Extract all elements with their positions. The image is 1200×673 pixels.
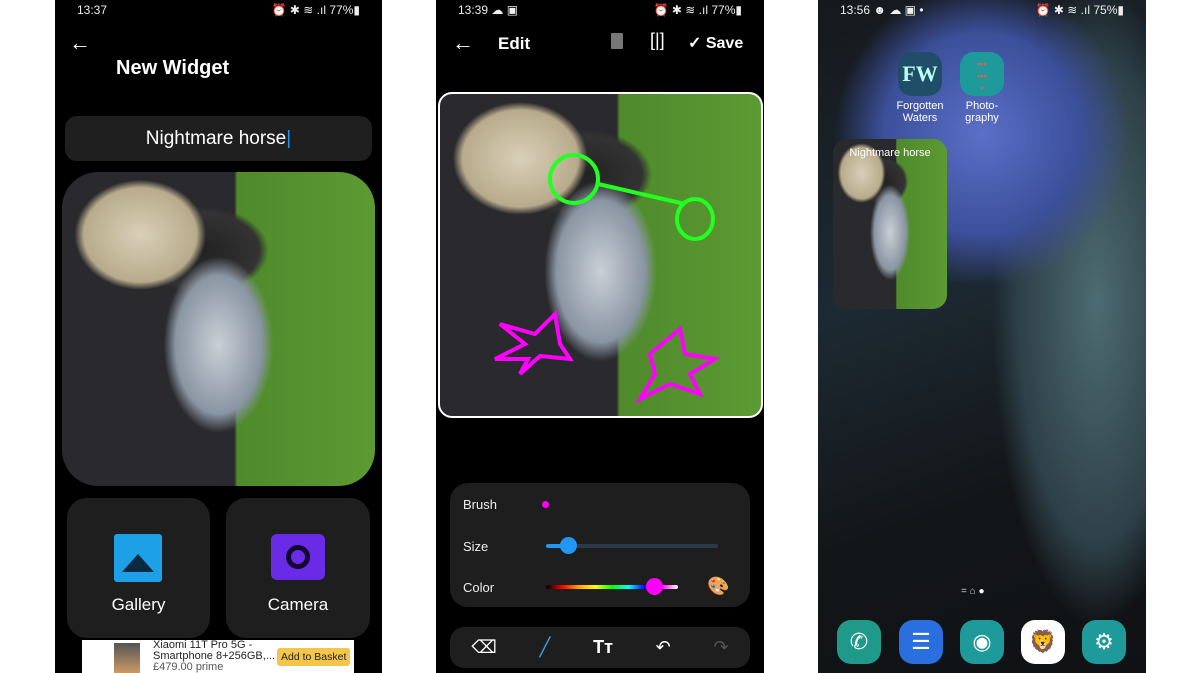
redo-icon[interactable]: ↷ — [714, 637, 729, 658]
home-screen: 13:56 ☻ ☁ ▣ • ⏰ ✱ ≋ .ıl 75%▮ FW Forgotten… — [818, 0, 1146, 673]
status-bar: 13:56 ☻ ☁ ▣ • ⏰ ✱ ≋ .ıl 75%▮ — [840, 3, 1124, 17]
status-time: 13:56 ☻ ☁ ▣ • — [840, 3, 924, 17]
time: 13:39 — [458, 3, 489, 17]
time: 13:56 — [840, 3, 871, 17]
page-title: New Widget — [116, 57, 230, 79]
widget-photo-preview — [62, 172, 375, 486]
add-to-basket-button[interactable]: Add to Basket — [277, 648, 351, 666]
green-stroke-line — [597, 182, 686, 206]
size-slider[interactable] — [546, 537, 718, 554]
magenta-stroke-left — [494, 309, 575, 376]
app-label: Forgotten — [896, 100, 944, 112]
brush-label: Brush — [463, 497, 497, 512]
drawing-strokes — [494, 153, 721, 404]
save-button[interactable]: ✓ Save — [688, 33, 743, 53]
back-arrow-icon[interactable]: ← — [69, 30, 91, 56]
app-label: Photo- — [965, 100, 999, 112]
folder-photography[interactable]: ▪▪▪ ▪▪▪ ▪ Photo- graphy — [952, 52, 1012, 124]
size-label: Size — [463, 539, 489, 554]
page-title: Edit — [498, 34, 531, 53]
ad-product-image — [114, 643, 140, 673]
image-icon — [114, 534, 162, 582]
gallery-label: Gallery — [111, 595, 166, 614]
settings-icon[interactable]: ⚙ — [1082, 620, 1126, 664]
camera-label: Camera — [267, 595, 329, 614]
green-stroke-eye — [548, 153, 600, 205]
page-indicator[interactable]: = ⌂ ● — [961, 586, 984, 597]
nightmare-horse-widget[interactable]: Nightmare horse — [833, 139, 947, 309]
back-arrow-icon[interactable]: ← — [452, 30, 474, 56]
size-slider-thumb[interactable] — [560, 537, 578, 554]
editable-photo-canvas[interactable] — [438, 92, 763, 418]
battery-level: 75% — [1093, 3, 1118, 17]
folder-icon: ▪▪▪ ▪▪▪ ▪ — [960, 52, 1004, 96]
save-label: Save — [705, 35, 744, 52]
palette-icon[interactable]: 🎨 — [707, 576, 729, 597]
color-slider-thumb[interactable] — [646, 578, 664, 595]
status-bar: 13:37 ⏰ ✱ ≋ .ıl 77%▮ — [77, 3, 360, 17]
status-bar: 13:39 ☁ ▣ ⏰ ✱ ≋ .ıl 77%▮ — [458, 3, 742, 17]
status-icons: ⏰ ✱ ≋ .ıl 77%▮ — [653, 3, 742, 17]
brush-color-dot — [542, 501, 549, 508]
brush-icon[interactable]: ╱ — [540, 637, 551, 658]
status-time: 13:37 — [77, 3, 108, 17]
ad-banner[interactable]: Xiaomi 11T Pro 5G - Smartphone 8+256GB,.… — [82, 640, 354, 673]
app-forgotten-waters[interactable]: FW Forgotten Waters — [890, 52, 950, 124]
messages-icon[interactable]: ☰ — [899, 620, 943, 664]
green-stroke-circle — [675, 197, 715, 241]
text-icon[interactable]: Tт — [593, 637, 613, 658]
delete-icon[interactable] — [611, 33, 623, 49]
camera-button[interactable]: Camera — [226, 498, 370, 638]
magenta-stroke-right — [634, 325, 721, 404]
forgotten-waters-icon: FW — [898, 52, 942, 96]
eraser-icon[interactable]: ⌫ — [471, 637, 496, 658]
gallery-button[interactable]: Gallery — [67, 498, 210, 638]
battery-level: 77% — [329, 3, 354, 17]
battery-level: 77% — [711, 3, 736, 17]
new-widget-screen: 13:37 ⏰ ✱ ≋ .ıl 77%▮ ← New Widget Nightma… — [55, 0, 382, 673]
camera-icon[interactable]: ◉ — [960, 620, 1004, 664]
tool-bar: ⌫ ╱ Tт ↶ ↷ — [450, 627, 750, 668]
brush-settings-panel: Brush Size Color 🎨 — [450, 483, 750, 607]
color-label: Color — [463, 580, 495, 595]
brave-browser-icon[interactable]: 🦁 — [1021, 620, 1065, 664]
widget-title: Nightmare horse — [849, 147, 931, 159]
status-time: 13:39 ☁ ▣ — [458, 3, 519, 17]
status-icons: ⏰ ✱ ≋ .ıl 77%▮ — [271, 3, 360, 17]
undo-icon[interactable]: ↶ — [656, 637, 671, 658]
edit-screen: 13:39 ☁ ▣ ⏰ ✱ ≋ .ıl 77%▮ ← Edit [|] ✓ Sav… — [436, 0, 764, 673]
widget-name-input[interactable]: Nightmare horse| — [65, 116, 372, 161]
app-label: graphy — [965, 112, 999, 124]
compare-icon[interactable]: [|] — [650, 30, 665, 51]
status-icons: ⏰ ✱ ≋ .ıl 75%▮ — [1035, 3, 1124, 17]
phone-icon[interactable]: ✆ — [837, 620, 881, 664]
color-slider[interactable] — [546, 578, 678, 595]
app-label: Waters — [902, 112, 938, 124]
ad-price: £479.00 prime — [153, 661, 224, 673]
widget-name-value: Nightmare horse — [145, 128, 287, 149]
camera-icon — [271, 534, 325, 580]
